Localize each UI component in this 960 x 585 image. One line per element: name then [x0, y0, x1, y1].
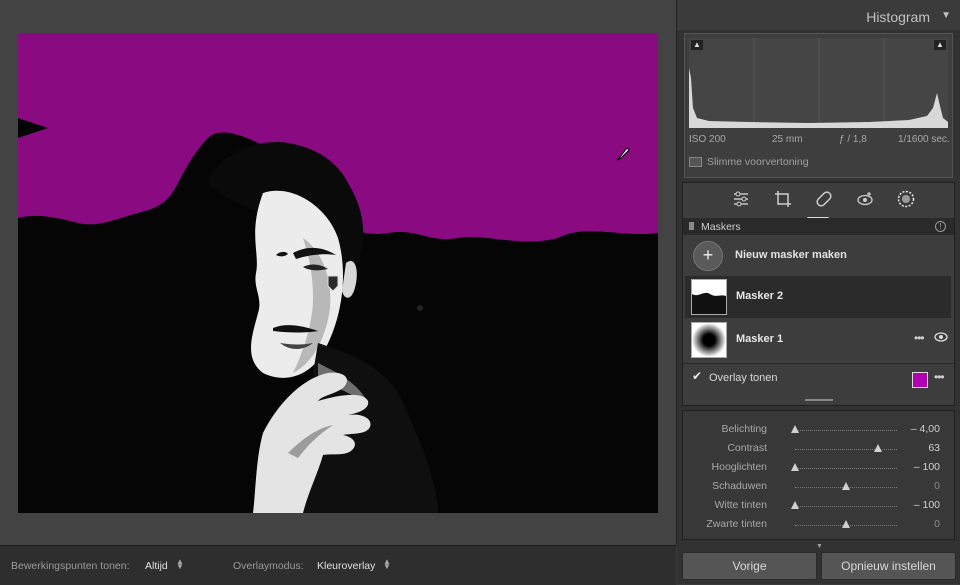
slider-thumb[interactable]	[874, 444, 883, 452]
mask-name: Masker 1	[736, 333, 784, 345]
new-mask-label: Nieuw masker maken	[735, 249, 847, 261]
histogram-graph: ▲ ▲	[689, 38, 948, 128]
overlay-label: Overlay tonen	[709, 372, 778, 384]
slider-label: Zwarte tinten	[706, 518, 767, 530]
overlay-options-icon[interactable]: •••	[934, 370, 945, 384]
tool-strip	[683, 183, 954, 215]
iso-value: ISO 200	[689, 134, 726, 145]
slider-label: Belichting	[721, 423, 767, 435]
smart-preview-status[interactable]: Slimme voorvertoning	[689, 156, 809, 168]
slider-row-blacks: Zwarte tinten 0	[683, 516, 954, 535]
overlay-row: ✔ Overlay tonen •••	[683, 365, 954, 391]
slider-value[interactable]: 63	[928, 442, 940, 454]
slider-value[interactable]: – 100	[914, 499, 940, 511]
healing-bandage-icon[interactable]	[814, 189, 834, 209]
overlay-mode-stepper-icon[interactable]: ▲ ▼	[383, 558, 391, 571]
histogram-panel: ▲ ▲ ISO 200 25 mm ƒ / 1,8 1/1600 sec. Sl…	[684, 33, 953, 178]
overlay-checkbox[interactable]: ✔	[692, 369, 702, 383]
right-panel: Histogram ▼ ▲ ▲ ISO 200 25 mm ƒ / 1,8 1/…	[677, 0, 960, 584]
mask-list-item[interactable]: Masker 2	[685, 276, 951, 318]
slider-thumb[interactable]	[842, 520, 850, 528]
divider	[683, 363, 954, 364]
histogram-title: Histogram	[866, 9, 930, 25]
aperture-value: ƒ / 1,8	[839, 134, 867, 145]
panel-resize-handle[interactable]	[805, 399, 833, 401]
slider-row-exposure: Belichting – 4,00	[683, 421, 954, 440]
slider-label: Schaduwen	[712, 480, 767, 492]
bottom-toolbar: Bewerkingspunten tonen: Altijd ▲ ▼ Overla…	[0, 545, 676, 585]
slider-label: Hooglichten	[711, 461, 767, 473]
shadow-clipping-icon[interactable]: ▲	[691, 40, 703, 50]
slider-thumb[interactable]	[842, 482, 850, 490]
focal-length: 25 mm	[772, 134, 803, 145]
edit-pins-label: Bewerkingspunten tonen:	[11, 560, 130, 572]
slider-value[interactable]: 0	[934, 480, 940, 492]
help-icon[interactable]: !	[935, 221, 946, 232]
slider-thumb[interactable]	[791, 425, 799, 433]
slider-value[interactable]: 0	[934, 518, 940, 530]
masking-icon[interactable]	[896, 189, 916, 209]
slider-label: Witte tinten	[714, 499, 767, 511]
edit-pins-stepper-icon[interactable]: ▲ ▼	[176, 558, 184, 571]
mask-list-item[interactable]: Masker 1 •••	[685, 319, 951, 361]
slider-value[interactable]: – 4,00	[911, 423, 940, 435]
photo-viewer	[0, 0, 677, 545]
slider-track[interactable]	[795, 468, 897, 469]
smart-preview-icon	[689, 157, 702, 168]
edit-pins-select[interactable]: Altijd	[145, 560, 168, 572]
slider-thumb[interactable]	[791, 463, 799, 471]
panel-toggle-icon[interactable]	[689, 222, 694, 230]
mask-name: Masker 2	[736, 290, 784, 302]
mask-thumbnail	[691, 279, 727, 315]
overlay-color-swatch[interactable]	[912, 372, 928, 388]
histogram-header[interactable]: Histogram ▼	[677, 0, 960, 30]
red-eye-icon[interactable]	[855, 189, 875, 209]
slider-value[interactable]: – 100	[914, 461, 940, 473]
mask-thumbnail	[691, 322, 727, 358]
more-options-icon[interactable]: •••	[914, 331, 925, 345]
overlay-mode-label: Overlaymodus:	[233, 560, 304, 572]
slider-thumb[interactable]	[791, 501, 799, 509]
masking-panel: Maskers ! + Nieuw masker maken Masker 2 …	[682, 182, 955, 406]
smart-preview-label: Slimme voorvertoning	[707, 156, 809, 168]
edit-sliders-icon[interactable]	[731, 189, 751, 209]
previous-button[interactable]: Vorige	[682, 552, 817, 580]
expand-triangle-icon[interactable]: ▼	[816, 543, 823, 550]
adjustments-panel: Belichting – 4,00 Contrast 63 Hooglichte…	[682, 410, 955, 540]
masks-header[interactable]: Maskers !	[683, 218, 954, 235]
add-mask-icon[interactable]: +	[693, 241, 723, 271]
crop-icon[interactable]	[773, 189, 793, 209]
brush-cursor-icon	[614, 145, 632, 163]
shutter-speed: 1/1600 sec.	[898, 134, 950, 145]
new-mask-row[interactable]: + Nieuw masker maken	[683, 235, 954, 275]
photo-canvas[interactable]	[18, 33, 658, 513]
slider-row-shadows: Schaduwen 0	[683, 478, 954, 497]
highlight-clipping-icon[interactable]: ▲	[934, 40, 946, 50]
slider-row-highlights: Hooglichten – 100	[683, 459, 954, 478]
slider-label: Contrast	[727, 442, 767, 454]
slider-track[interactable]	[795, 506, 897, 507]
overlay-mode-select[interactable]: Kleuroverlay	[317, 560, 375, 572]
visibility-eye-icon[interactable]	[934, 331, 948, 346]
slider-row-whites: Witte tinten – 100	[683, 497, 954, 516]
slider-row-contrast: Contrast 63	[683, 440, 954, 459]
slider-track[interactable]	[795, 430, 897, 431]
collapse-triangle-icon[interactable]: ▼	[941, 10, 951, 21]
reset-button[interactable]: Opnieuw instellen	[821, 552, 956, 580]
masks-title: Maskers	[701, 221, 741, 233]
